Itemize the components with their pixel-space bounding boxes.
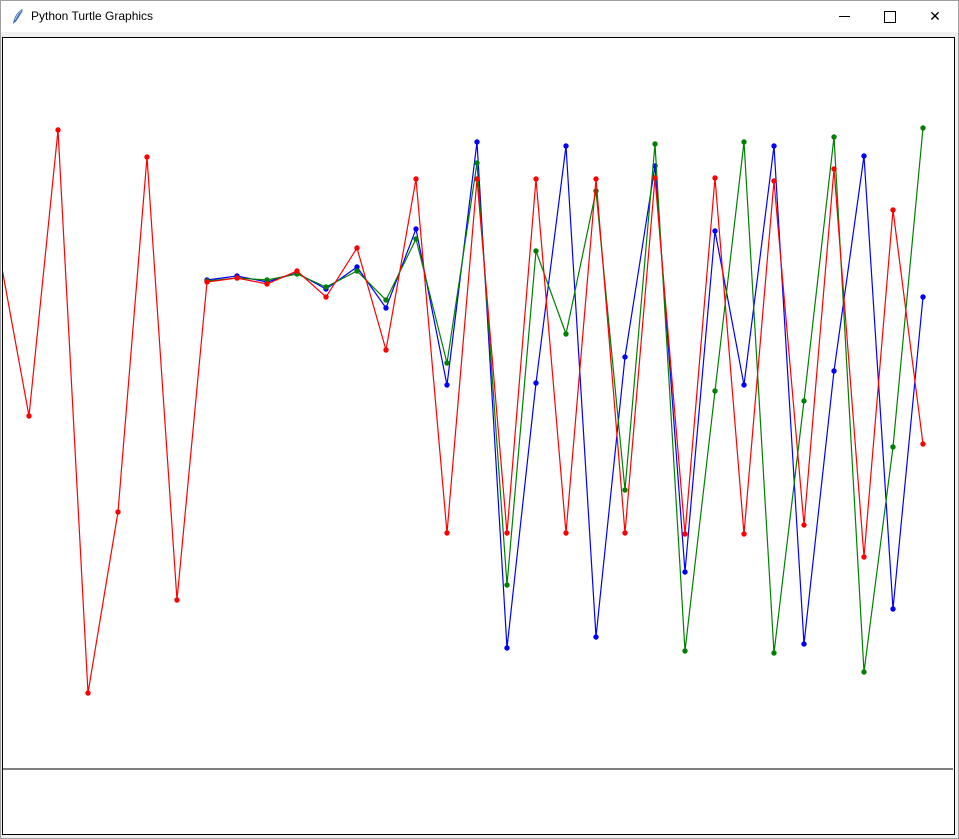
close-button[interactable]: ✕ [912, 1, 958, 32]
tk-feather-icon[interactable] [11, 8, 24, 25]
maximize-button[interactable] [867, 1, 913, 32]
turtle-canvas [2, 37, 955, 835]
minimize-button[interactable] [821, 1, 867, 32]
maximize-icon [884, 11, 896, 23]
window-title: Python Turtle Graphics [31, 9, 153, 23]
title-bar[interactable]: Python Turtle Graphics ✕ [1, 1, 958, 32]
close-icon: ✕ [929, 10, 941, 24]
minimize-icon [839, 16, 850, 17]
turtle-graphics-window: Python Turtle Graphics ✕ [0, 0, 959, 839]
